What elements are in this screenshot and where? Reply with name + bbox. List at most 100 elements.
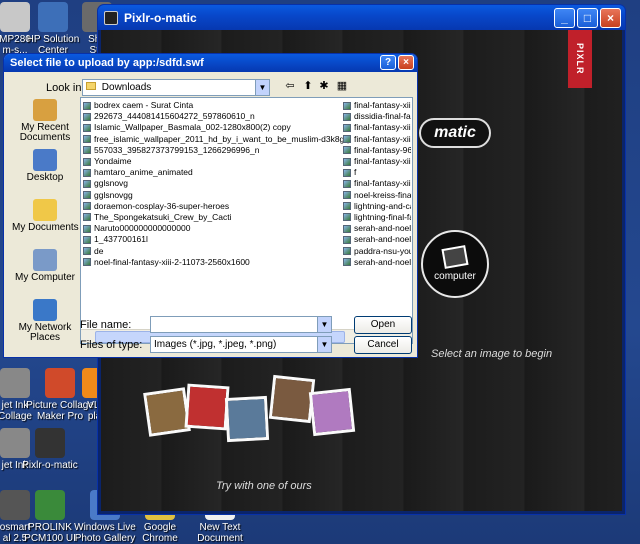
file-item[interactable]: 557033_395827373799153_1266296996_n [83,145,341,156]
file-item[interactable]: lightning-final-fa [343,212,411,223]
file-item[interactable]: doraemon-cosplay-36-super-heroes [83,201,341,212]
file-item[interactable]: final-fantasy-xiii [343,134,411,145]
place-my-computer[interactable]: My Computer [12,249,78,297]
file-item[interactable]: free_islamic_wallpaper_2011_hd_by_i_want… [83,134,349,145]
dialog-close-button[interactable]: × [398,55,414,70]
file-item[interactable]: 292673_444081415604272_597860610_n [83,111,341,122]
help-button[interactable]: ? [380,55,396,70]
image-file-icon [83,213,91,222]
look-in-value: Downloads [101,82,152,93]
file-name: The_Spongekatsuki_Crew_by_Cacti [94,211,232,222]
computer-upload-button[interactable]: computer [421,230,489,298]
file-item[interactable]: Naruto000000000000000 [83,223,341,234]
file-item[interactable]: noel-kreiss-final [343,190,411,201]
back-icon[interactable]: ⇦ [282,79,298,95]
image-file-icon [83,191,91,200]
files-of-type-select[interactable]: Images (*.jpg, *.jpeg, *.png) ▼ [150,336,332,353]
sample-photo[interactable] [308,387,356,437]
image-file-icon [83,157,91,166]
file-item[interactable]: Yondaime [83,156,341,167]
file-name: de [94,245,104,256]
close-button[interactable]: × [600,8,621,28]
image-file-icon [83,135,91,144]
image-file-icon [343,258,351,267]
file-item[interactable]: f [343,167,411,178]
image-file-icon [83,168,91,177]
files-of-type-label: Files of type: [80,339,143,351]
file-item[interactable]: final-fantasy-xiii [343,156,411,167]
file-name: lightning-final-fa [354,211,411,222]
maximize-button[interactable]: □ [577,8,598,28]
file-name: final-fantasy-xiii [354,156,411,167]
file-name: Islamic_Wallpaper_Basmala_002-1280x800(2… [94,122,291,133]
view-menu-icon[interactable]: ▦ [334,79,350,95]
file-item[interactable]: gglsnovgg [83,190,341,201]
file-item[interactable]: final-fantasy-96 [343,145,411,156]
file-item[interactable]: final-fantasy-xiii [343,100,411,111]
chevron-down-icon[interactable]: ▼ [255,80,269,95]
network-places-icon [33,299,57,321]
sample-photo[interactable] [268,374,316,424]
select-image-hint: Select an image to begin [431,348,553,360]
open-button[interactable]: Open [354,316,412,334]
dialog-title: Select file to upload by app:/sdfd.swf [10,57,204,69]
file-item[interactable]: gglsnovg [83,178,341,189]
file-name: Yondaime [94,156,132,167]
file-name: free_islamic_wallpaper_2011_hd_by_i_want… [94,133,350,144]
file-item[interactable]: de [83,245,341,256]
file-item[interactable]: serah-and-noel- [343,223,411,234]
file-item[interactable]: dissidia-final-fan [343,111,411,122]
chevron-down-icon[interactable]: ▼ [317,317,331,332]
places-bar: My Recent Documents Desktop My Documents My… [12,97,79,343]
place-network-places[interactable]: My Network Places [12,299,78,347]
file-item[interactable]: 1_437700161l [83,234,341,245]
file-item[interactable]: noel-final-fantasy-xiii-2-11073-2560x160… [83,257,341,268]
file-name: Naruto000000000000000 [94,223,191,234]
place-label: My Documents [12,222,79,233]
desktop-icon[interactable]: Pixlr-o-matic [15,428,85,471]
file-name: paddra-nsu-you [354,245,411,256]
pixlr-titlebar[interactable]: Pixlr-o-matic _ □ × [98,5,625,30]
new-folder-icon[interactable]: ✱ [316,79,332,95]
file-name-input[interactable]: ▼ [150,316,332,333]
up-folder-icon[interactable]: ⬆ [300,79,316,95]
file-name: 292673_444081415604272_597860610_n [94,111,255,122]
pixlr-window-title: Pixlr-o-matic [124,10,197,25]
dialog-titlebar[interactable]: Select file to upload by app:/sdfd.swf ?… [4,54,417,72]
image-file-icon [343,191,351,200]
file-name: bodrex caem - Surat Cinta [94,100,194,111]
file-item[interactable]: final-fantasy-xiii [343,178,411,189]
chevron-down-icon[interactable]: ▼ [317,337,331,352]
file-upload-dialog[interactable]: Select file to upload by app:/sdfd.swf ?… [3,53,418,358]
minimize-button[interactable]: _ [554,8,575,28]
file-item[interactable]: lightning-and-ca [343,201,411,212]
sample-photo[interactable] [224,395,270,443]
file-item[interactable]: paddra-nsu-you [343,245,411,256]
file-item[interactable]: hamtaro_anime_animated [83,167,341,178]
file-item[interactable]: serah-and-noel- [343,234,411,245]
file-name: final-fantasy-xiii [354,133,411,144]
place-desktop[interactable]: Desktop [12,149,78,197]
place-my-documents[interactable]: My Documents [12,199,79,247]
desktop-icon [33,149,57,171]
image-file-icon [343,123,351,132]
look-in-select[interactable]: Downloads ▼ [82,79,270,96]
image-file-icon [343,146,351,155]
cancel-button[interactable]: Cancel [354,336,412,354]
file-item[interactable]: serah-and-noel- [343,257,411,268]
file-item[interactable]: Islamic_Wallpaper_Basmala_002-1280x800(2… [83,122,341,133]
file-item[interactable]: final-fantasy-xiii [343,122,411,133]
file-name: 1_437700161l [94,234,148,245]
pixlr-ribbon[interactable]: PIXLR [568,30,592,88]
file-list[interactable]: bodrex caem - Surat Cinta 292673_44408141… [80,97,413,344]
file-name: 557033_395827373799153_1266296996_n [94,144,260,155]
place-recent-documents[interactable]: My Recent Documents [12,99,78,147]
image-file-icon [83,202,91,211]
file-item[interactable]: The_Spongekatsuki_Crew_by_Cacti [83,212,341,223]
sample-photos[interactable] [143,374,366,475]
sample-photo[interactable] [184,383,230,431]
sample-photo[interactable] [143,387,191,437]
place-label: My Recent Documents [19,122,71,143]
file-item[interactable]: bodrex caem - Surat Cinta [83,100,341,111]
file-name: gglsnovgg [94,189,133,200]
